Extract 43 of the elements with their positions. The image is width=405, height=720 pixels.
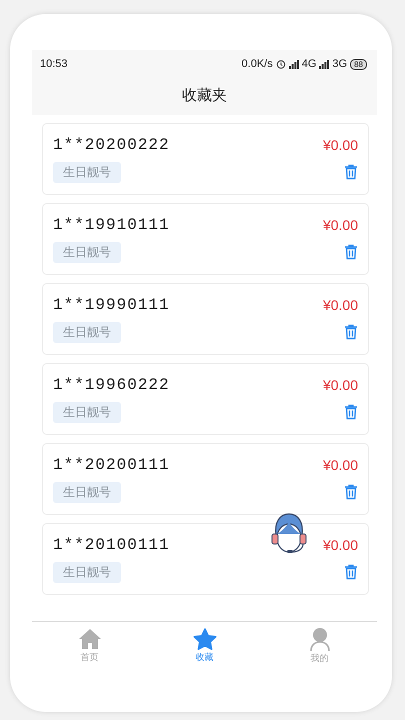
category-tag: 生日靓号 [53, 562, 121, 582]
network-type: 3G [332, 58, 348, 70]
signal-icon [319, 60, 330, 68]
page-title: 收藏夹 [181, 86, 228, 106]
phone-number: 1**19960222 [53, 376, 170, 394]
category-tag: 生日靓号 [53, 322, 121, 342]
network-type: 4G [302, 58, 316, 70]
trash-icon[interactable] [344, 164, 358, 180]
category-tag: 生日靓号 [53, 162, 121, 182]
category-tag: 生日靓号 [53, 482, 121, 502]
trash-icon[interactable] [344, 564, 358, 580]
trash-icon[interactable] [344, 244, 358, 260]
phone-number: 1**19990111 [53, 296, 170, 314]
number-card[interactable]: 1**19910111 ¥0.00 生日靓号 [42, 203, 369, 275]
price: ¥0.00 [322, 296, 358, 312]
price: ¥0.00 [322, 536, 358, 552]
phone-number: 1**20200111 [53, 456, 170, 474]
person-icon [308, 627, 330, 651]
number-card[interactable]: 1**20100111 ¥0.00 生日靓号 [42, 523, 369, 595]
price: ¥0.00 [322, 216, 358, 232]
battery-level: 88 [350, 58, 367, 70]
alarm-icon [276, 59, 286, 69]
number-card[interactable]: 1**19990111 ¥0.00 生日靓号 [42, 283, 369, 355]
phone-number: 1**20200222 [53, 136, 170, 154]
number-card[interactable]: 1**20200222 ¥0.00 生日靓号 [42, 123, 369, 195]
trash-icon[interactable] [344, 324, 358, 340]
category-tag: 生日靓号 [53, 402, 121, 422]
signal-icon [288, 60, 299, 68]
phone-number: 1**20100111 [53, 536, 170, 554]
network-speed: 0.0K/s [242, 58, 273, 70]
status-time: 10:53 [40, 58, 68, 70]
price: ¥0.00 [322, 376, 358, 392]
star-icon [192, 628, 216, 650]
trash-icon[interactable] [344, 484, 358, 500]
price: ¥0.00 [322, 136, 358, 152]
home-icon [78, 628, 102, 650]
category-tag: 生日靓号 [53, 242, 121, 262]
number-card[interactable]: 1**20200111 ¥0.00 生日靓号 [42, 443, 369, 515]
trash-icon[interactable] [344, 404, 358, 420]
phone-number: 1**19910111 [53, 216, 170, 234]
price: ¥0.00 [322, 456, 358, 472]
tab-item[interactable]: 收藏 [147, 622, 262, 670]
number-card[interactable]: 1**19960222 ¥0.00 生日靓号 [42, 363, 369, 435]
